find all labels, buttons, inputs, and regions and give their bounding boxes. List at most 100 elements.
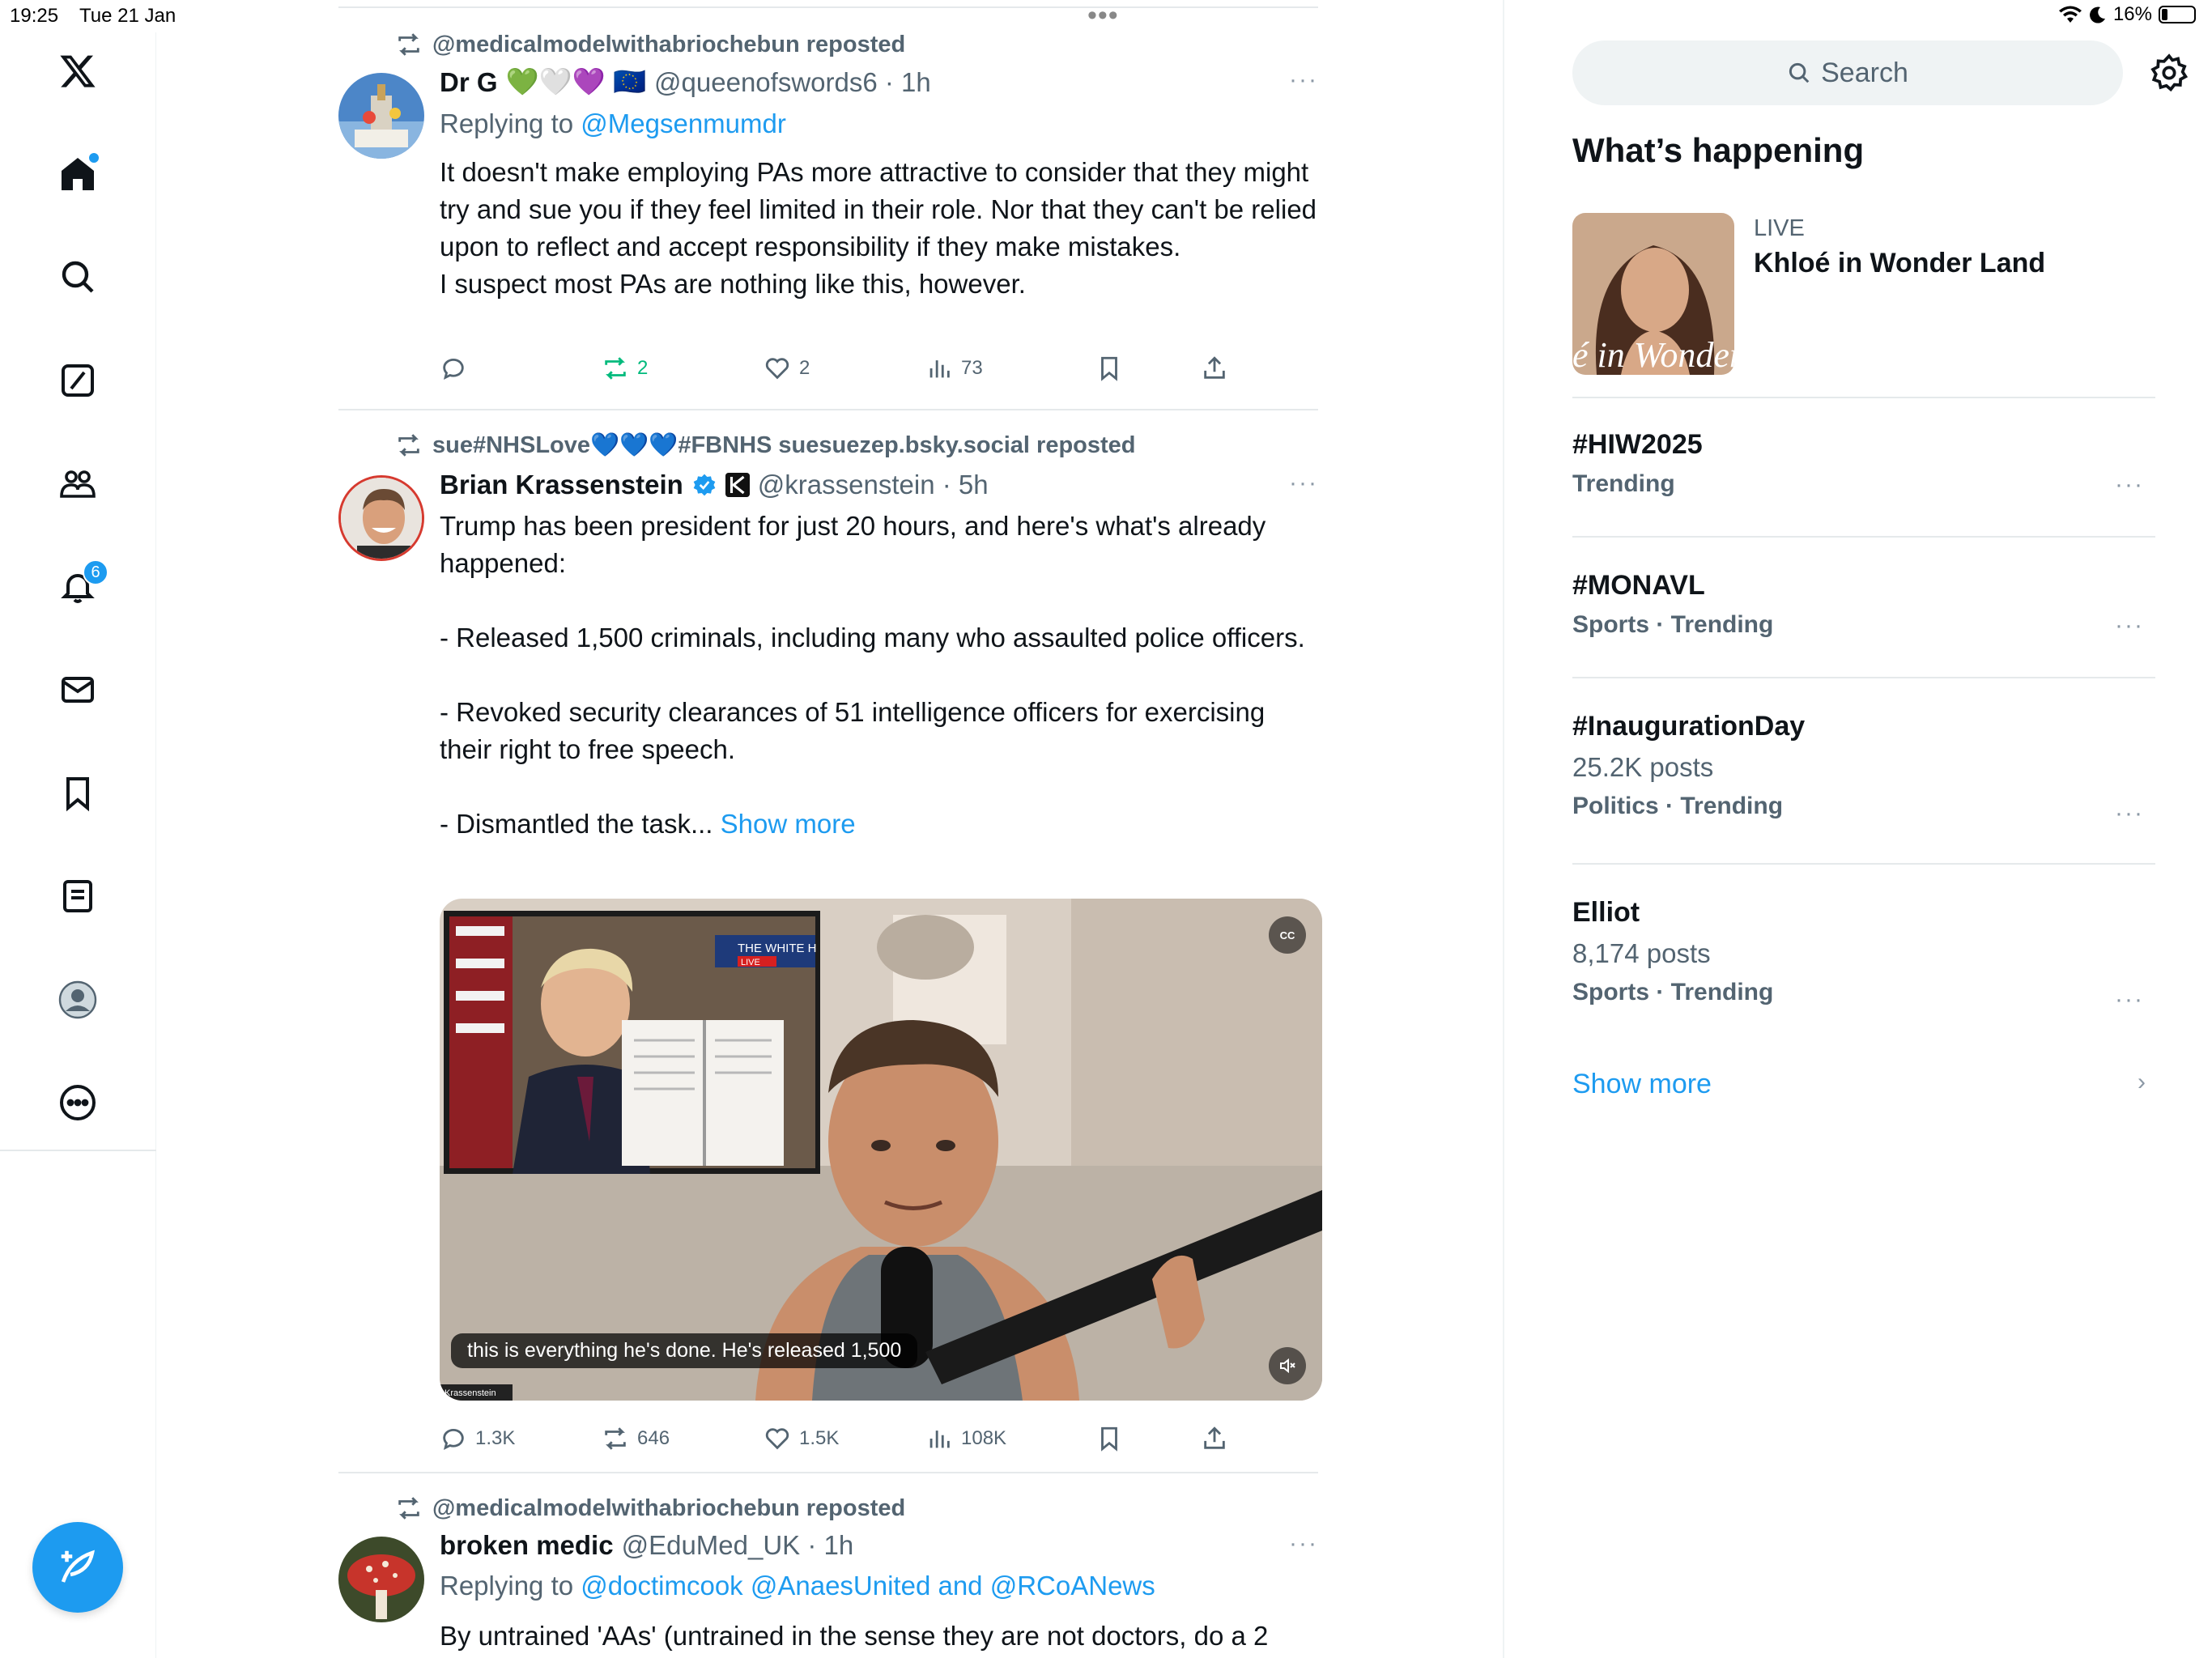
replying-to: Replying to @doctimcook @AnaesUnited and… (440, 1571, 1155, 1601)
show-more-link[interactable]: Show more (721, 809, 856, 839)
tweet[interactable]: @medicalmodelwithabriochebun reposted br… (338, 1488, 1318, 1658)
trend-item[interactable]: #InaugurationDay 25.2K posts Politics · … (1572, 711, 2155, 827)
tweet-divider (338, 1472, 1318, 1473)
trend-posts: 8,174 posts (1572, 938, 1711, 968)
notifications-badge: 6 (83, 559, 108, 585)
x-logo-icon[interactable] (53, 47, 102, 96)
avatar[interactable] (338, 1537, 424, 1622)
reposted-by-label: @medicalmodelwithabriochebun reposted (432, 31, 906, 57)
reply-button[interactable] (440, 355, 475, 382)
trend-more-icon[interactable]: ··· (2115, 471, 2144, 499)
tweet-more-icon[interactable]: ··· (1289, 1530, 1318, 1558)
grok-icon[interactable] (53, 356, 102, 405)
lists-icon[interactable] (53, 872, 102, 920)
like-button[interactable]: 2 (764, 355, 810, 382)
reply-button[interactable]: 1.3K (440, 1425, 515, 1452)
messages-icon[interactable] (53, 665, 102, 714)
trend-meta: Trending (1572, 470, 1675, 497)
name-emojis: 💚🤍💜 🇪🇺 (505, 66, 647, 96)
home-icon[interactable] (53, 150, 102, 198)
handle-and-time[interactable]: @krassenstein · 5h (758, 470, 989, 500)
bookmark-icon (1101, 1426, 1117, 1452)
compose-post-button[interactable] (32, 1522, 123, 1613)
affiliate-logo-icon (725, 473, 750, 497)
show-more-trends-link[interactable]: Show more (1572, 1069, 1712, 1100)
trend-name: #MONAVL (1572, 570, 1705, 601)
share-icon (1204, 356, 1225, 379)
tweet[interactable]: @medicalmodelwithabriochebun reposted Dr… (338, 24, 1318, 405)
notifications-icon[interactable]: 6 (53, 559, 108, 611)
more-options-icon[interactable] (53, 1078, 102, 1127)
handle-and-time[interactable]: @EduMed_UK · 1h (622, 1530, 854, 1561)
closed-captions-icon[interactable]: CC (1269, 916, 1306, 954)
tweet-text: It doesn't make employing PAs more attra… (440, 157, 1317, 299)
like-button[interactable]: 1.5K (764, 1425, 839, 1452)
timeline-top-divider (338, 6, 1318, 8)
bookmark-button[interactable] (1095, 355, 1123, 382)
mute-icon[interactable] (1269, 1347, 1306, 1384)
tweet-actions: 2 2 73 (440, 355, 1249, 387)
retweet-button[interactable]: 646 (602, 1425, 670, 1452)
bookmark-button[interactable] (1095, 1425, 1123, 1452)
retweet-button[interactable]: 2 (602, 355, 648, 382)
live-thumbnail-text: é in Wonder l (1572, 335, 1734, 375)
retweet-icon (605, 357, 626, 380)
replying-handle-link[interactable]: @doctimcook @AnaesUnited and @RCoANews (581, 1571, 1155, 1601)
search-icon (1789, 62, 1810, 83)
share-button[interactable] (1201, 1425, 1228, 1452)
handle-and-time[interactable]: @queenofswords6 · 1h (654, 67, 931, 98)
nav-divider (0, 1150, 156, 1151)
home-new-dot (87, 151, 100, 164)
share-button[interactable] (1201, 355, 1228, 382)
trend-item[interactable]: Elliot 8,174 posts Sports · Trending ··· (1572, 897, 2155, 1013)
search-placeholder: Search (1821, 57, 1908, 88)
live-event-thumbnail[interactable]: é in Wonder l (1572, 213, 1734, 375)
chevron-right-icon: › (2138, 1069, 2146, 1095)
video-caption: this is everything he's done. He's relea… (451, 1333, 918, 1368)
video-player[interactable]: THE WHITE H LIVE Krassenstein CC this is… (440, 899, 1322, 1401)
reply-icon (443, 1428, 464, 1450)
trend-more-icon[interactable]: ··· (2115, 800, 2144, 827)
trend-item[interactable]: #MONAVL Sports · Trending ··· (1572, 570, 2155, 639)
trend-more-icon[interactable]: ··· (2115, 986, 2144, 1014)
display-name[interactable]: broken medic (440, 1530, 614, 1561)
bookmarks-icon[interactable] (53, 769, 102, 818)
tweet-more-icon[interactable]: ··· (1289, 470, 1318, 497)
repost-icon (398, 434, 419, 457)
reposted-by-label: sue#NHSLove💙💙💙#FBNHS suesuezep.bsky.soci… (432, 432, 1136, 458)
trend-divider (1572, 536, 2155, 538)
live-event-title[interactable]: Khloé in Wonder Land (1754, 248, 2045, 279)
share-icon (1204, 1426, 1225, 1449)
display-name[interactable]: Brian Krassenstein (440, 470, 683, 500)
right-sidebar: Search What’s happening é in Wonder l LI… (1504, 0, 2212, 1658)
replying-to: Replying to @Megsenmumdr (440, 108, 786, 139)
views-button[interactable]: 73 (925, 355, 983, 382)
like-count: 1.5K (799, 1427, 840, 1449)
trend-more-icon[interactable]: ··· (2115, 612, 2144, 640)
search-icon[interactable] (53, 253, 102, 301)
replying-handle-link[interactable]: @Megsenmumdr (581, 108, 786, 138)
avatar[interactable] (338, 475, 424, 561)
communities-icon[interactable] (53, 459, 102, 508)
live-label: LIVE (1754, 215, 1805, 241)
repost-icon (398, 1497, 419, 1520)
like-count: 2 (799, 357, 810, 379)
tweet[interactable]: sue#NHSLove💙💙💙#FBNHS suesuezep.bsky.soci… (338, 425, 1322, 1465)
tweet-more-icon[interactable]: ··· (1289, 66, 1318, 94)
display-name[interactable]: Dr G (440, 67, 498, 98)
settings-gear-icon[interactable] (2149, 53, 2189, 93)
profile-icon[interactable] (53, 976, 102, 1024)
search-input[interactable]: Search (1572, 40, 2123, 105)
reply-icon (443, 358, 464, 380)
timeline: ••• @medicalmodelwithabriochebun reposte… (156, 0, 1504, 1658)
tweet-header: broken medic @EduMed_UK · 1h (440, 1530, 853, 1561)
trend-name: #HIW2025 (1572, 429, 1703, 460)
trend-item[interactable]: #HIW2025 Trending ··· (1572, 429, 2155, 498)
retweet-count: 2 (637, 357, 649, 379)
avatar[interactable] (338, 73, 424, 159)
views-icon (929, 360, 950, 378)
views-button[interactable]: 108K (925, 1425, 1006, 1452)
tweet-divider (338, 409, 1318, 410)
tweet-text: By untrained 'AAs' (untrained in the sen… (440, 1621, 1269, 1651)
video-watermark: Krassenstein (445, 1388, 496, 1398)
